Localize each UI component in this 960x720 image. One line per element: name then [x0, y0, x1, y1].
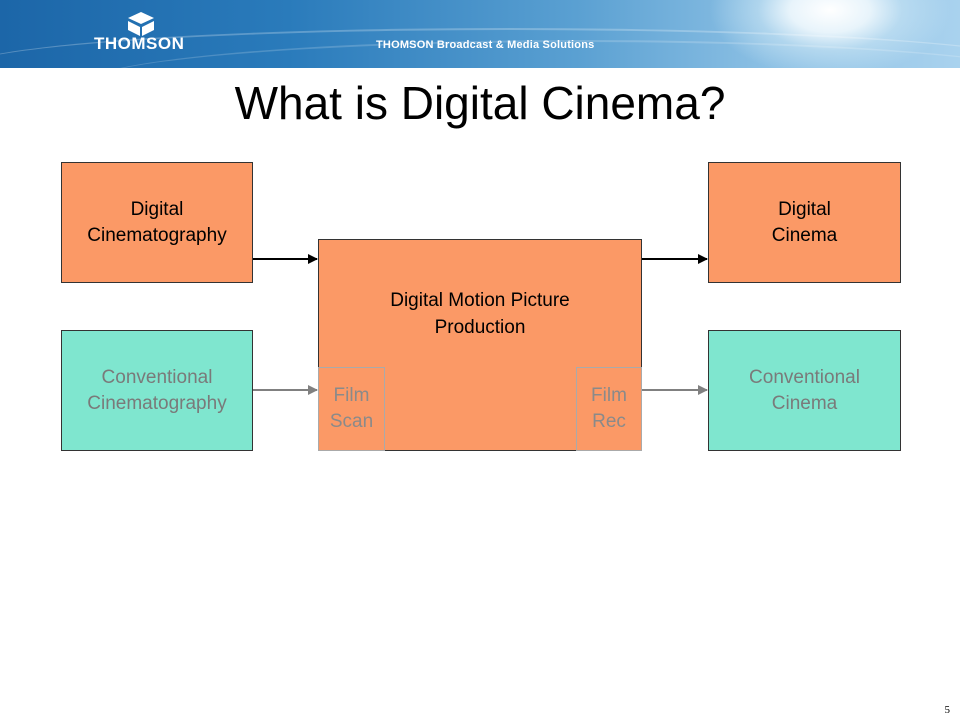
box-label-line: Digital Motion Picture: [390, 290, 570, 311]
box-label-line: Digital: [778, 198, 831, 220]
box-label-line: Film: [591, 385, 627, 407]
digital-cinema-box: Digital Cinema: [708, 162, 901, 283]
box-label-line: Digital: [130, 198, 184, 220]
box-label-line: Conventional: [101, 366, 213, 388]
logo-text: THOMSON: [94, 34, 185, 53]
page-number: 5: [944, 704, 951, 716]
film-rec-box: Film Rec: [576, 367, 642, 451]
slide-title: What is Digital Cinema?: [234, 77, 726, 129]
box-label-line: Production: [434, 316, 526, 338]
box-label-line: Film: [333, 385, 370, 407]
thomson-logo-icon: [128, 12, 154, 36]
header-banner: THOMSON THOMSON Broadcast & Media Soluti…: [0, 0, 960, 68]
box-label-line: Scan: [329, 411, 374, 432]
digital-cinematography-box: Digital Cinematography: [61, 162, 253, 283]
film-scan-box: Film Scan: [318, 367, 385, 451]
conventional-cinema-box: Conventional Cinema: [708, 330, 901, 451]
header-tagline: THOMSON Broadcast & Media Solutions: [376, 39, 595, 51]
box-label-line: Conventional: [749, 366, 860, 388]
box-label-line: Cinematography: [87, 392, 227, 414]
box-label-line: Cinematography: [87, 224, 227, 246]
box-label-line: Rec: [592, 411, 626, 432]
box-label-line: Cinema: [771, 224, 838, 246]
box-label-line: Cinema: [771, 392, 838, 414]
conventional-cinematography-box: Conventional Cinematography: [61, 330, 253, 451]
